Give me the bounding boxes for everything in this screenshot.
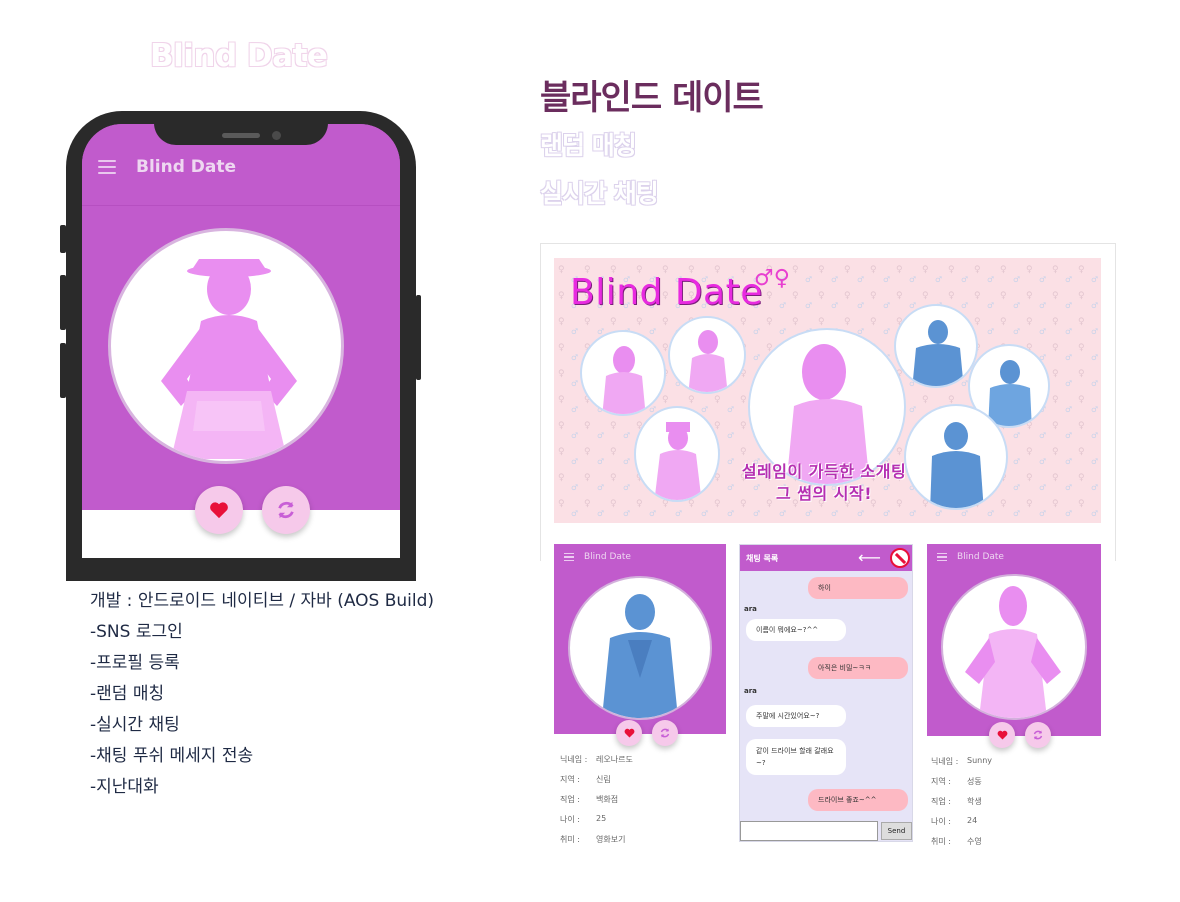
- profile-photo: [568, 576, 712, 720]
- phone-side-button: [60, 343, 66, 398]
- chat-message-me: 하이: [808, 577, 908, 599]
- portfolio-page: Blind Date Blind Date 블라인드 데이트 랜덤 매칭 실시간…: [0, 0, 1180, 902]
- feature-subtitle-matching: 랜덤 매칭: [540, 131, 637, 160]
- chat-message-me: 드라이브 좋죠~^^: [808, 789, 908, 811]
- phone-screen: Blind Date: [82, 124, 400, 558]
- block-icon[interactable]: [890, 548, 910, 568]
- heart-icon: [997, 730, 1007, 740]
- chat-message-other: 같이 드라이브 할래 갈래요~?: [746, 739, 846, 775]
- refresh-icon: [1033, 730, 1043, 740]
- info-row: 나이 :25: [560, 814, 607, 824]
- feature-item: -채팅 푸쉬 메세지 전송: [90, 746, 254, 766]
- refresh-button[interactable]: [652, 720, 678, 746]
- phone-side-button: [60, 225, 66, 253]
- gender-symbols-icon: ♂♀: [754, 266, 790, 291]
- heart-icon: [210, 502, 228, 519]
- like-button[interactable]: [616, 720, 642, 746]
- chat-message-me: 아직은 비밀~ㅋㅋ: [808, 657, 908, 679]
- mini-app-title: Blind Date: [584, 552, 631, 562]
- info-row: 지역 : 성동: [931, 777, 982, 786]
- info-row: 닉네임 : 레오나르도: [560, 755, 633, 764]
- ghost-title: Blind Date: [150, 38, 328, 74]
- like-button[interactable]: [195, 486, 243, 534]
- menu-icon[interactable]: [98, 160, 116, 174]
- profile-info-list: 닉네임 : Sunny 지역 : 성동 직업 : 학생 나이 :24 취미 : 수영: [931, 756, 992, 846]
- profile-bubble: [894, 304, 978, 388]
- feature-item: -지난대화: [90, 777, 159, 797]
- profile-info-list: 닉네임 : 레오나르도 지역 : 신림 직업 : 백화점 나이 :25 취미 : 영화보…: [560, 754, 633, 844]
- heart-icon: [624, 728, 634, 738]
- page-title: 블라인드 데이트: [540, 78, 764, 118]
- chat-sender-name: ara: [744, 605, 757, 613]
- feature-item: -프로필 등록: [90, 653, 180, 673]
- mini-app-bar: Blind Date: [554, 544, 726, 570]
- like-button[interactable]: [989, 722, 1015, 748]
- refresh-button[interactable]: [262, 486, 310, 534]
- chat-title: 채팅 목록: [746, 554, 779, 563]
- screen-female-profile: Blind Date 닉네임 : Sunny 지역 : 성동 직업 : 학생 나이 :…: [927, 544, 1101, 846]
- feature-item: -랜덤 매칭: [90, 684, 165, 704]
- chat-message-other: 주말에 시간있어요~?: [746, 705, 846, 727]
- screen-male-profile: Blind Date 닉네임 : 레오나르도 지역 : 신림 직업 : 백화점 나이 …: [554, 544, 726, 844]
- chat-sender-name: ara: [744, 687, 757, 695]
- banner-title: Blind Date: [570, 272, 763, 313]
- mini-app-title: Blind Date: [957, 552, 1004, 562]
- phone-side-button: [416, 295, 421, 380]
- info-row: 나이 :24: [931, 816, 978, 826]
- back-arrow-icon[interactable]: ⟵: [858, 548, 881, 567]
- phone-notch: [154, 111, 328, 145]
- promo-banner: ♀ ♂ Blind Date ♂♀ 설레임이 가득: [554, 258, 1101, 523]
- screen-chat: 채팅 목록 ⟵ 하이 ara 이름이 뭐에요~?^^ 아직은 비밀~ㅋㅋ ara…: [739, 544, 913, 842]
- phone-camera: [272, 131, 281, 140]
- send-button[interactable]: Send: [881, 822, 912, 840]
- menu-icon[interactable]: [564, 551, 574, 564]
- mini-app-bar: Blind Date: [927, 544, 1101, 570]
- banner-slogan-2: 그 썸의 시작!: [775, 484, 873, 503]
- refresh-icon: [660, 728, 670, 738]
- info-row: 취미 : 영화보기: [560, 835, 626, 844]
- male-silhouette: [602, 594, 678, 718]
- female-silhouette: [965, 586, 1061, 718]
- refresh-icon: [278, 501, 294, 519]
- profile-photo: [108, 228, 344, 464]
- feature-item: -실시간 채팅: [90, 715, 180, 735]
- refresh-button[interactable]: [1025, 722, 1051, 748]
- feature-item: -SNS 로그인: [90, 622, 183, 642]
- female-silhouette: [161, 259, 297, 459]
- feature-subtitle-chat: 실시간 채팅: [540, 179, 659, 208]
- app-title: Blind Date: [136, 157, 237, 177]
- chat-input[interactable]: [740, 821, 878, 841]
- banner-slogan-1: 설레임이 가득한 소개팅: [741, 462, 907, 481]
- info-row: 닉네임 : Sunny: [931, 756, 993, 766]
- info-row: 직업 : 학생: [931, 797, 982, 806]
- chat-bar: 채팅 목록 ⟵: [740, 545, 912, 571]
- chat-message-other: 이름이 뭐에요~?^^: [746, 619, 846, 641]
- feature-dev-info: 개발 : 안드로이드 네이티브 / 자바 (AOS Build): [90, 591, 435, 611]
- phone-side-button: [60, 275, 66, 330]
- profile-bubble: [668, 316, 746, 394]
- profile-photo: [941, 574, 1087, 720]
- menu-icon[interactable]: [937, 551, 947, 564]
- info-row: 지역 : 신림: [560, 775, 611, 784]
- profile-bubble: [580, 330, 666, 416]
- phone-speaker: [222, 133, 260, 138]
- info-row: 취미 : 수영: [931, 837, 982, 846]
- info-row: 직업 : 백화점: [560, 795, 619, 804]
